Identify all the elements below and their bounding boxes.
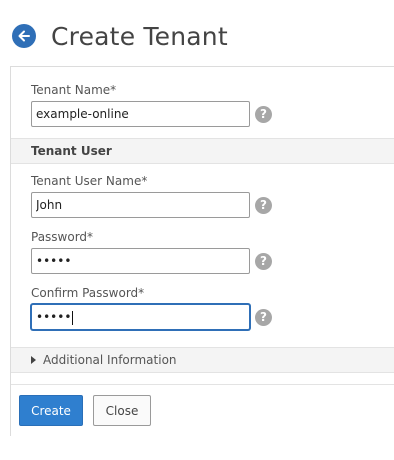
confirm-password-help-icon[interactable]: ? [255,309,272,326]
text-cursor [72,310,74,325]
create-tenant-form: Tenant Name* ? Tenant User Tenant User N… [10,66,394,437]
page-title: Create Tenant [51,21,228,51]
tenant-user-name-input[interactable] [31,192,250,218]
tenant-user-name-help-icon[interactable]: ? [255,197,272,214]
confirm-password-value: ••••• [36,310,72,324]
additional-information-toggle[interactable]: Additional Information [11,347,394,373]
back-button[interactable] [12,24,36,48]
tenant-name-help-icon[interactable]: ? [255,106,272,123]
tenant-user-name-label: Tenant User Name* [31,174,148,188]
tenant-name-label: Tenant Name* [31,83,117,97]
confirm-password-input[interactable]: ••••• [31,304,250,330]
caret-right-icon [31,356,36,364]
password-value: ••••• [36,254,72,268]
arrow-left-icon [18,30,30,42]
form-actions: Create Close [11,384,394,437]
additional-information-label: Additional Information [43,353,177,367]
close-button[interactable]: Close [93,395,151,426]
tenant-name-input[interactable] [31,101,250,127]
password-label: Password* [31,230,94,244]
password-help-icon[interactable]: ? [255,253,272,270]
confirm-password-label: Confirm Password* [31,286,145,300]
create-button[interactable]: Create [19,395,83,426]
section-title: Tenant User [31,144,112,158]
password-input[interactable]: ••••• [31,248,250,274]
page-header: Create Tenant [12,18,228,54]
tenant-user-section-header: Tenant User [11,138,394,164]
